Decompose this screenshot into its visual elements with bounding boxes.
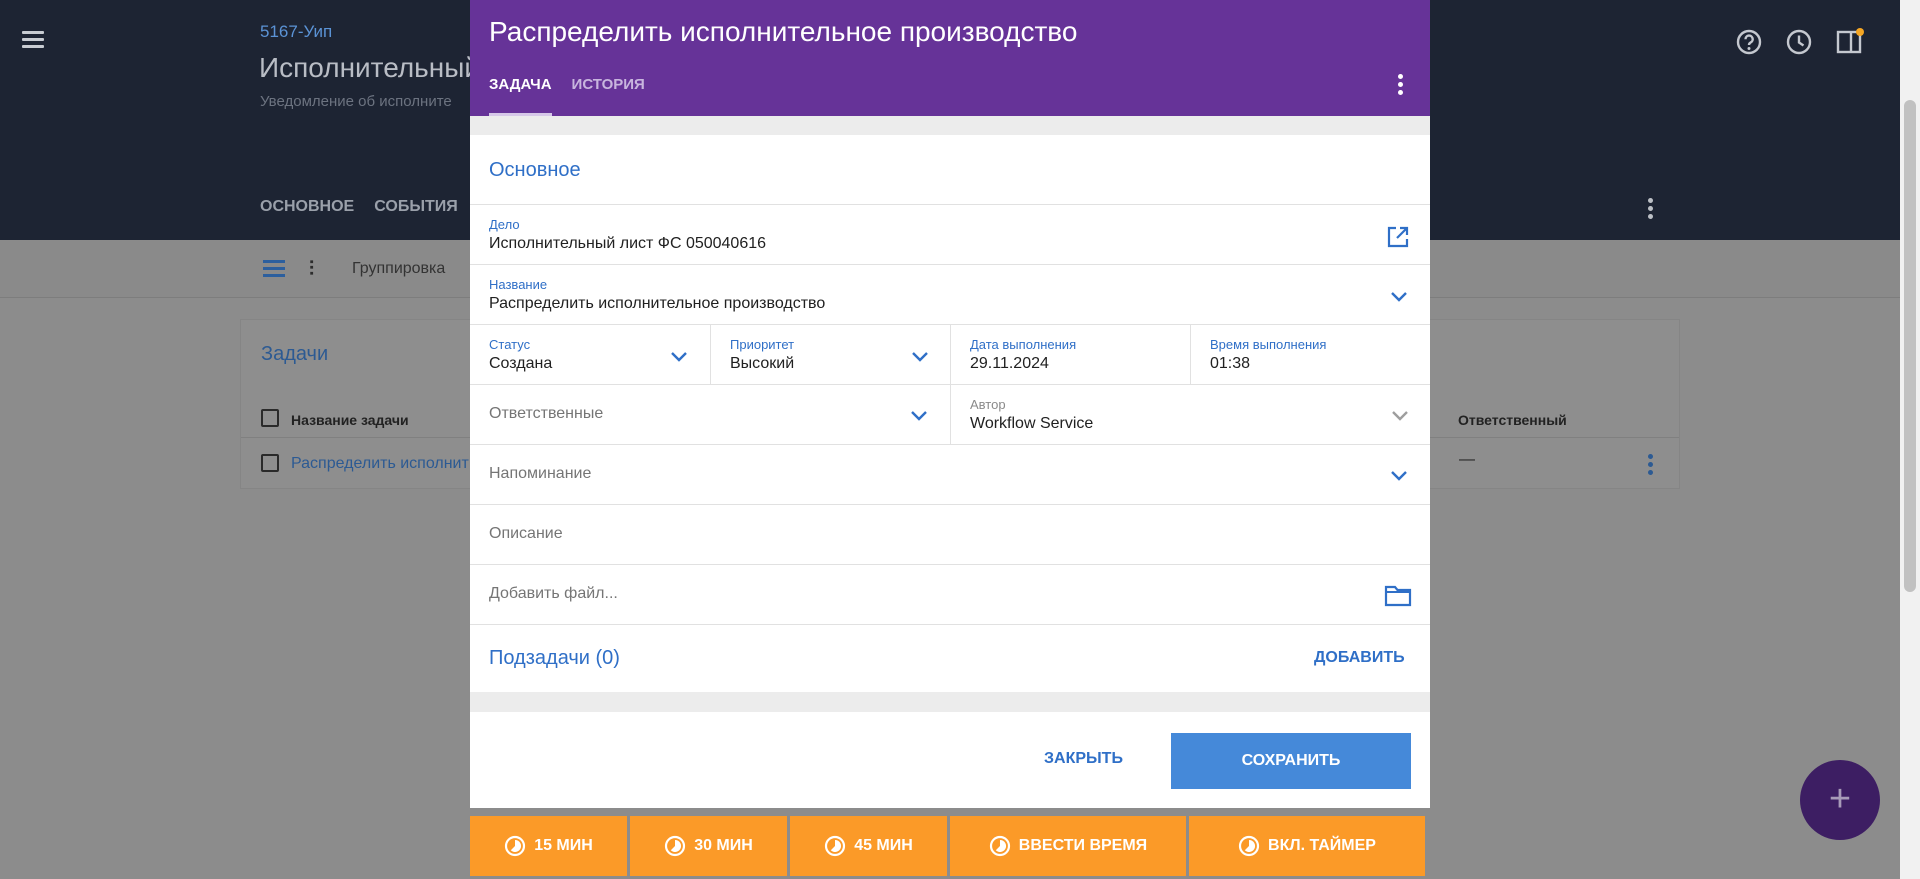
- responsibles-select[interactable]: Ответственные: [470, 385, 950, 444]
- add-subtask-button[interactable]: ДОБАВИТЬ: [1314, 649, 1405, 667]
- folder-icon[interactable]: [1384, 583, 1412, 607]
- priority-value: Высокий: [730, 355, 795, 372]
- due-time-value: 01:38: [1210, 355, 1251, 372]
- responsibles-placeholder: Ответственные: [489, 405, 604, 422]
- list-view-icon[interactable]: [263, 260, 285, 278]
- dialog-title: Распределить исполнительное производство: [489, 16, 1078, 47]
- subtasks-row: Подзадачи (0) ДОБАВИТЬ: [470, 624, 1430, 692]
- chevron-down-icon[interactable]: [1390, 470, 1408, 482]
- author-value: Workflow Service: [970, 415, 1094, 432]
- file-field[interactable]: Добавить файл...: [470, 564, 1430, 624]
- timer-15-button[interactable]: 15 МИН: [470, 816, 627, 876]
- scroll-thumb[interactable]: [1904, 100, 1916, 592]
- author-select: Автор Workflow Service: [950, 385, 1430, 444]
- add-fab-button[interactable]: +: [1800, 760, 1880, 840]
- due-date-label: Дата выполнения: [970, 337, 1077, 352]
- task-dialog: Распределить исполнительное производство…: [470, 0, 1430, 808]
- dialog-footer: ЗАКРЫТЬ СОХРАНИТЬ: [470, 712, 1430, 808]
- due-date-value: 29.11.2024: [970, 355, 1049, 372]
- status-select[interactable]: Статус Создана: [470, 325, 710, 384]
- name-value: Распределить исполнительное производство: [489, 295, 826, 312]
- description-field[interactable]: Описание: [470, 504, 1430, 564]
- save-button[interactable]: СОХРАНИТЬ: [1171, 733, 1411, 789]
- notification-dot-icon: [1856, 28, 1864, 36]
- priority-select[interactable]: Приоритет Высокий: [710, 325, 950, 384]
- case-number-link[interactable]: 5167-Уип: [260, 22, 332, 42]
- hamburger-menu-icon[interactable]: [19, 27, 47, 53]
- people-row: Ответственные Автор Workflow Service: [470, 384, 1430, 444]
- start-timer-label: ВКЛ. ТАЙМЕР: [1268, 837, 1376, 854]
- close-button[interactable]: ЗАКРЫТЬ: [1044, 750, 1123, 768]
- due-date-field[interactable]: Дата выполнения 29.11.2024: [950, 325, 1190, 384]
- chevron-down-icon[interactable]: [670, 351, 688, 363]
- row-more-icon[interactable]: [1646, 454, 1654, 478]
- select-all-checkbox[interactable]: [261, 409, 279, 427]
- reminder-placeholder: Напоминание: [489, 465, 592, 482]
- start-timer-button[interactable]: ВКЛ. ТАЙМЕР: [1189, 816, 1425, 876]
- timer-15-label: 15 МИН: [534, 837, 593, 854]
- file-placeholder: Добавить файл...: [489, 585, 618, 602]
- chevron-down-icon[interactable]: [910, 410, 928, 422]
- timer-bar: 15 МИН 30 МИН 45 МИН ВВЕСТИ ВРЕМЯ ВКЛ. Т…: [470, 816, 1425, 876]
- subtasks-title[interactable]: Подзадачи (0): [489, 647, 620, 670]
- case-field[interactable]: Дело Исполнительный лист ФС 050040616: [470, 204, 1430, 264]
- dialog-header: Распределить исполнительное производство…: [470, 0, 1430, 116]
- enter-time-button[interactable]: ВВЕСТИ ВРЕМЯ: [950, 816, 1186, 876]
- tab-events[interactable]: СОБЫТИЯ: [374, 198, 458, 216]
- page-subtitle: Уведомление об исполните: [260, 93, 452, 110]
- chevron-down-icon[interactable]: [1390, 291, 1408, 303]
- status-row: Статус Создана Приоритет Высокий Дата вы…: [470, 324, 1430, 384]
- header-tabs: ОСНОВНОЕ СОБЫТИЯ У: [260, 198, 488, 216]
- page-title: Исполнительный: [259, 52, 480, 83]
- author-label: Автор: [970, 397, 1006, 412]
- status-label: Статус: [489, 337, 531, 352]
- timer-30-label: 30 МИН: [694, 837, 753, 854]
- description-placeholder: Описание: [489, 525, 563, 542]
- tab-history[interactable]: ИСТОРИЯ: [572, 76, 645, 116]
- case-value: Исполнительный лист ФС 050040616: [489, 235, 767, 252]
- due-time-label: Время выполнения: [1210, 337, 1327, 352]
- column-header-responsible[interactable]: Ответственный: [1458, 412, 1567, 428]
- status-value: Создана: [489, 355, 553, 372]
- chevron-down-icon: [1392, 411, 1408, 421]
- timer-45-button[interactable]: 45 МИН: [790, 816, 947, 876]
- help-icon[interactable]: [1734, 27, 1764, 57]
- name-label: Название: [489, 277, 548, 292]
- page-scrollbar[interactable]: [1900, 0, 1920, 879]
- timer-icon: [989, 835, 1010, 857]
- reminder-select[interactable]: Напоминание: [470, 444, 1430, 504]
- name-field[interactable]: Название Распределить исполнительное про…: [470, 264, 1430, 324]
- enter-time-label: ВВЕСТИ ВРЕМЯ: [1018, 837, 1148, 854]
- chevron-down-icon[interactable]: [911, 351, 929, 363]
- clock-icon[interactable]: [1784, 27, 1814, 57]
- timer-30-button[interactable]: 30 МИН: [630, 816, 787, 876]
- open-external-icon[interactable]: [1386, 225, 1410, 249]
- side-panel-icon[interactable]: [1834, 27, 1864, 57]
- grouping-button[interactable]: Группировка: [352, 260, 445, 278]
- timer-45-label: 45 МИН: [854, 837, 913, 854]
- header-more-icon[interactable]: [1646, 198, 1654, 222]
- timer-icon: [1238, 835, 1260, 857]
- section-main-title: Основное: [489, 159, 581, 181]
- dialog-more-icon[interactable]: [1396, 74, 1404, 98]
- tasks-title: Задачи: [261, 343, 329, 365]
- task-responsible: —: [1459, 451, 1475, 468]
- timer-icon: [665, 835, 686, 857]
- task-form: Основное Дело Исполнительный лист ФС 050…: [470, 135, 1430, 692]
- due-time-field[interactable]: Время выполнения 01:38: [1190, 325, 1430, 384]
- priority-label: Приоритет: [730, 337, 795, 352]
- case-label: Дело: [489, 217, 520, 232]
- timer-icon: [825, 835, 846, 857]
- timer-icon: [505, 835, 526, 857]
- task-name-link[interactable]: Распределить исполнит: [291, 455, 469, 473]
- tab-task[interactable]: ЗАДАЧА: [489, 76, 552, 116]
- tab-main[interactable]: ОСНОВНОЕ: [260, 198, 354, 216]
- row-checkbox[interactable]: [261, 454, 279, 472]
- grouping-icon[interactable]: ⫶: [309, 258, 314, 281]
- column-header-name[interactable]: Название задачи: [291, 412, 409, 428]
